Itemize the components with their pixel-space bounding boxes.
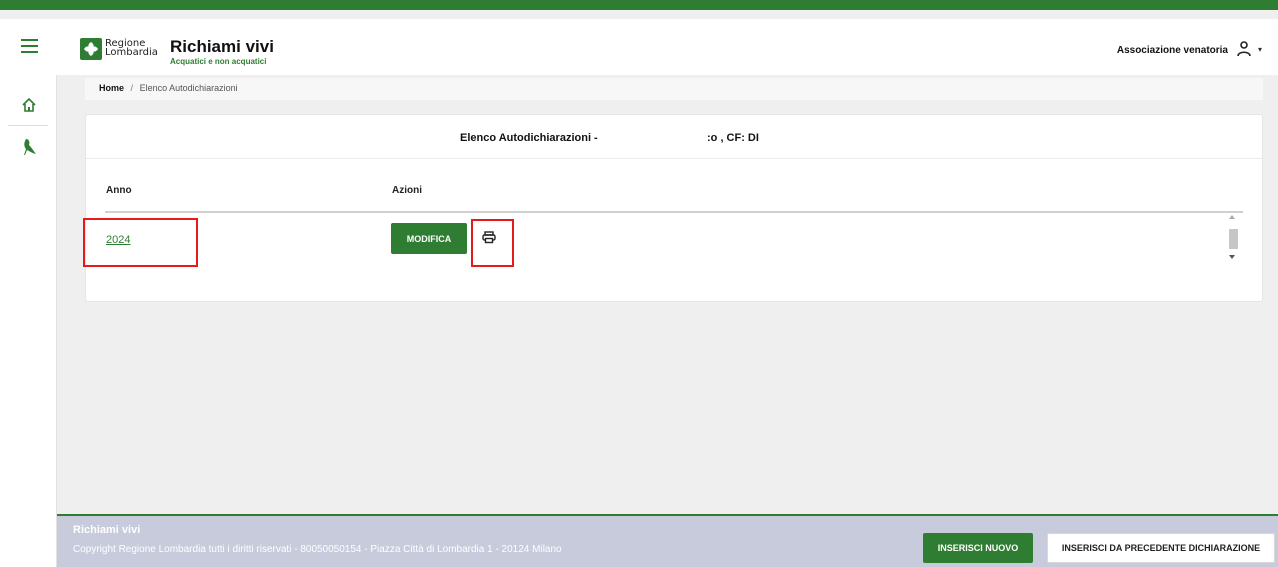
breadcrumb: Home / Elenco Autodichiarazioni [85, 78, 1263, 100]
page-footer: Richiami vivi Copyright Regione Lombardi… [57, 514, 1278, 567]
app-title[interactable]: Richiami vivi [170, 37, 274, 57]
highlight-box-year [83, 218, 198, 267]
app-header: Regione Lombardia Richiami vivi Acquatic… [0, 19, 1278, 75]
nav-divider [8, 125, 48, 126]
logo-line-2: Lombardia [105, 47, 158, 58]
bird-icon [23, 139, 36, 155]
breadcrumb-separator: / [130, 83, 134, 93]
breadcrumb-home-link[interactable]: Home [99, 83, 124, 93]
card-title-suffix: :o , CF: DI [707, 132, 759, 144]
sidebar-item-home[interactable] [0, 85, 57, 125]
column-header-anno: Anno [106, 185, 132, 196]
regione-lombardia-logo-icon [80, 38, 102, 60]
sidebar-item-richiami[interactable] [0, 127, 57, 167]
table-header-divider [105, 211, 1243, 213]
chevron-down-icon[interactable]: ▾ [1258, 45, 1262, 54]
scrollbar-thumb[interactable] [1229, 229, 1238, 249]
print-icon[interactable] [482, 231, 496, 249]
scroll-down-icon[interactable] [1229, 255, 1235, 259]
breadcrumb-current: Elenco Autodichiarazioni [139, 83, 238, 93]
year-link[interactable]: 2024 [106, 234, 130, 246]
card-title-text: Elenco Autodichiarazioni - [460, 132, 598, 144]
column-header-azioni: Azioni [392, 185, 422, 196]
inserisci-nuovo-button[interactable]: INSERISCI NUOVO [923, 533, 1033, 563]
home-icon [21, 97, 36, 112]
top-brand-bar [0, 0, 1278, 10]
footer-copyright: Copyright Regione Lombardia tutti i diri… [73, 544, 562, 555]
side-nav [0, 75, 57, 567]
table-scrollbar[interactable] [1227, 213, 1239, 267]
menu-icon[interactable] [21, 39, 39, 53]
user-role-label[interactable]: Associazione venatoria [1117, 45, 1228, 56]
card-title: Elenco Autodichiarazioni - :o , CF: DI [86, 115, 1262, 159]
app-subtitle: Acquatici e non acquatici [170, 57, 267, 66]
user-icon[interactable] [1236, 40, 1252, 63]
modifica-button[interactable]: MODIFICA [391, 223, 467, 254]
autodichiarazioni-card: Elenco Autodichiarazioni - :o , CF: DI A… [83, 114, 1263, 302]
inserisci-da-precedente-button[interactable]: INSERISCI DA PRECEDENTE DICHIARAZIONE [1047, 533, 1275, 563]
logo-text: Regione Lombardia [105, 39, 158, 58]
scroll-up-icon[interactable] [1229, 215, 1235, 219]
footer-title: Richiami vivi [73, 524, 141, 536]
